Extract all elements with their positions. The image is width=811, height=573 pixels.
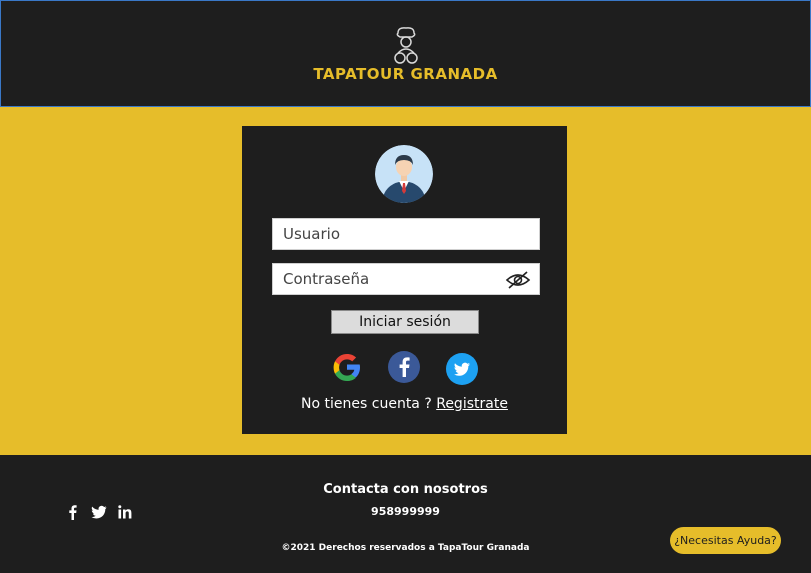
username-input[interactable] bbox=[273, 219, 513, 249]
no-account-text: No tienes cuenta ? bbox=[301, 396, 437, 412]
footer-title: Contacta con nosotros bbox=[323, 482, 488, 497]
user-avatar-icon bbox=[375, 145, 433, 203]
register-prompt: No tienes cuenta ? Registrate bbox=[242, 396, 567, 412]
chef-bike-logo-icon bbox=[394, 27, 418, 64]
facebook-icon[interactable] bbox=[65, 504, 81, 520]
help-button[interactable]: ¿Necesitas Ayuda? bbox=[670, 527, 781, 554]
eye-slash-icon[interactable] bbox=[505, 270, 531, 290]
twitter-icon[interactable] bbox=[91, 504, 107, 520]
linkedin-icon[interactable] bbox=[117, 504, 133, 520]
username-field[interactable] bbox=[272, 218, 540, 250]
brand-name: TAPATOUR GRANADA bbox=[313, 65, 498, 83]
google-icon[interactable] bbox=[331, 351, 363, 383]
facebook-icon[interactable] bbox=[388, 351, 420, 383]
password-field[interactable] bbox=[272, 263, 540, 295]
site-header: TAPATOUR GRANADA bbox=[0, 0, 811, 107]
login-button[interactable]: Iniciar sesión bbox=[331, 310, 479, 334]
register-link[interactable]: Registrate bbox=[436, 396, 508, 412]
twitter-icon[interactable] bbox=[446, 353, 478, 385]
password-input[interactable] bbox=[273, 264, 513, 294]
